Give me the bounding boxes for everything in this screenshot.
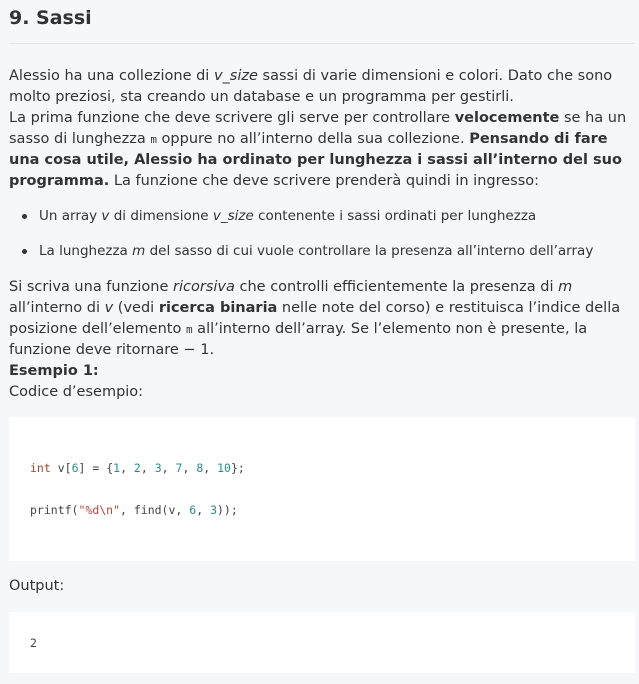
inline-code-m: m: [185, 323, 193, 336]
bullet-icon: [22, 214, 27, 219]
output-block: 2: [9, 612, 635, 673]
intro-text: Alessio ha una collezione di v_size sass…: [9, 66, 635, 192]
intro-paragraph-2: La prima funzione che deve scrivere gli …: [9, 110, 627, 189]
bullet-icon: [22, 249, 27, 254]
page-title: 9. Sassi: [9, 7, 92, 29]
title-divider: [9, 43, 635, 44]
output-label: Output:: [9, 578, 65, 594]
example-heading: Esempio 1:: [9, 363, 99, 379]
intro-paragraph-1: Alessio ha una collezione di v_size sass…: [9, 68, 613, 105]
problem-page: 9. Sassi Alessio ha una collezione di v_…: [0, 0, 639, 684]
description-paragraph: Si scriva una funzione ricorsiva che con…: [9, 279, 621, 358]
output-value: 2: [30, 636, 37, 650]
example-code-label: Codice d’esempio:: [9, 384, 144, 400]
code-block: int v[6] = {1, 2, 3, 7, 8, 10}; printf("…: [9, 417, 635, 561]
code-line-2: printf("%d\n", find(v, 6, 3));: [30, 503, 238, 517]
inline-code-m: m: [150, 133, 157, 146]
code-line-1: int v[6] = {1, 2, 3, 7, 8, 10};: [30, 461, 245, 475]
description-text: Si scriva una funzione ricorsiva che con…: [9, 277, 635, 403]
